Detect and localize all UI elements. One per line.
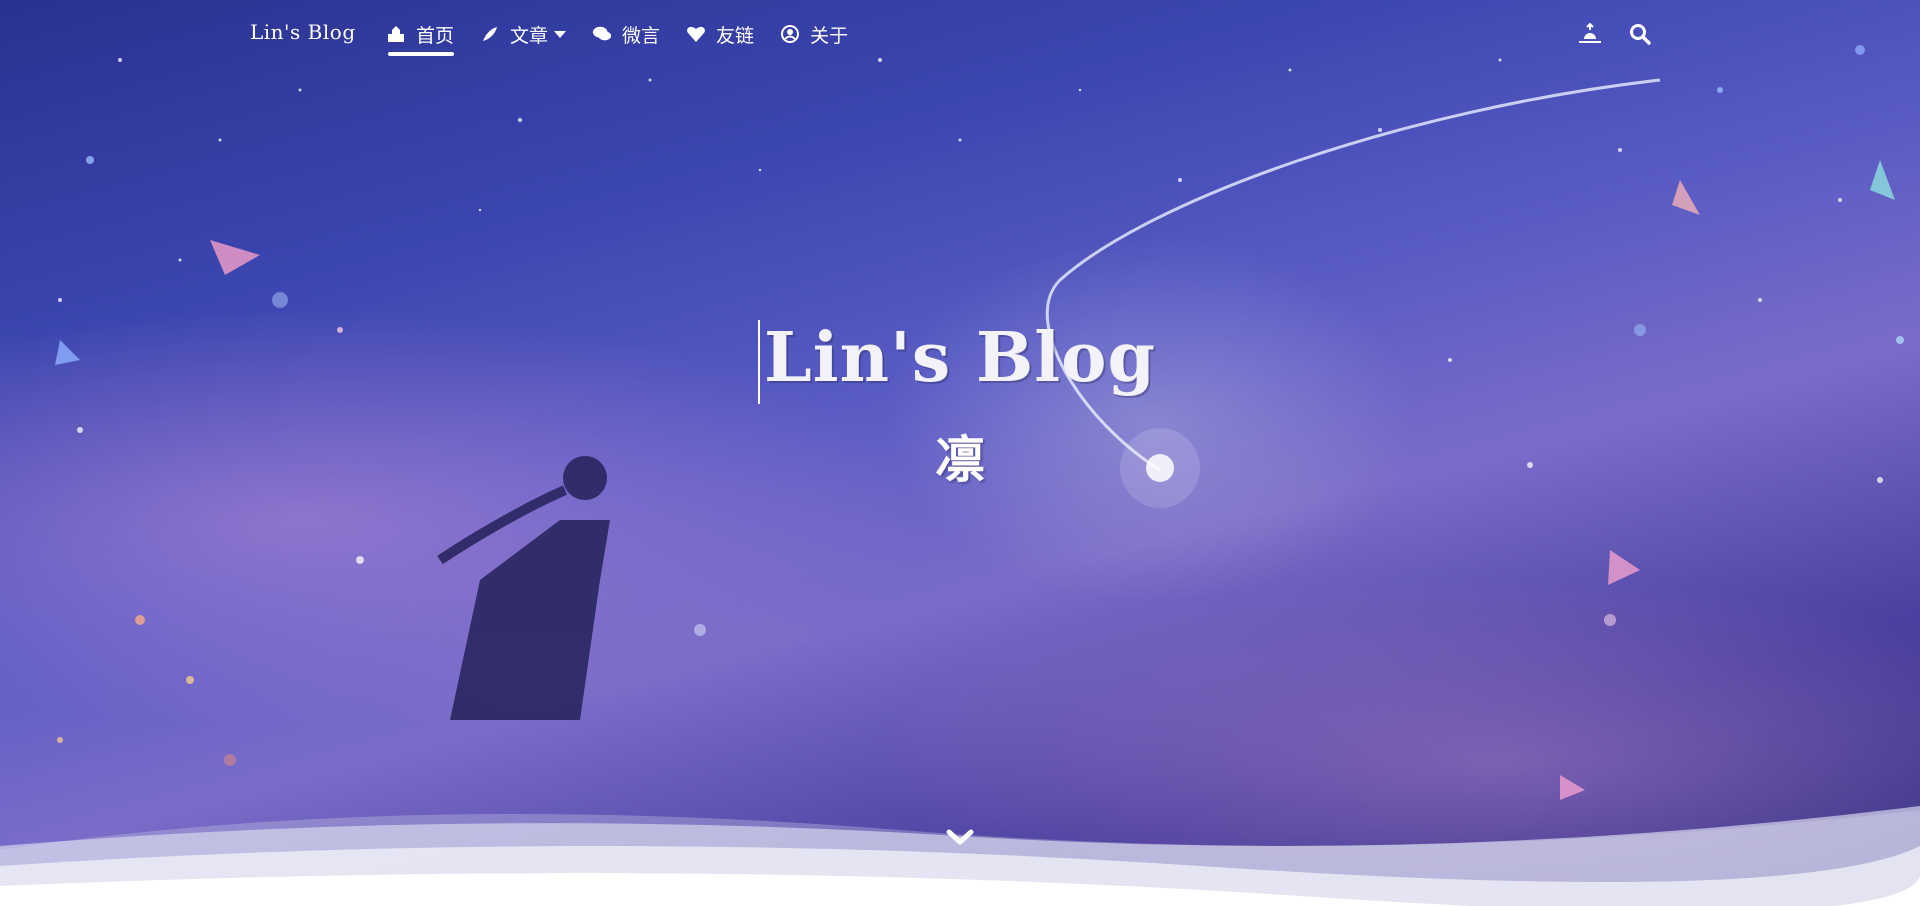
nav-item-label: 首页 [416,24,455,47]
nav-item-label: 关于 [810,24,849,47]
nav-menu: 首页 文章 微言 友链 关于 [386,18,874,56]
hero-title-wrap: Lin's Blog [0,318,1920,404]
theme-toggle-icon[interactable] [1578,22,1602,46]
nav-right-tools [1578,22,1652,46]
shooting-star [1045,78,1661,472]
nav-item-microblog[interactable]: 微言 [592,18,660,50]
site-title-text: Lin's Blog [763,318,1157,398]
site-subtitle: 凛 [935,430,985,489]
feather-icon [480,24,500,44]
heart-icon [686,24,706,44]
nav-item-label: 文章 [510,24,549,47]
nav-item-home[interactable]: 首页 [386,18,455,56]
home-icon [386,24,406,44]
nav-item-label: 微言 [622,24,661,47]
nav-item-about[interactable]: 关于 [780,18,848,50]
chevron-down-icon[interactable] [945,826,975,848]
girl-silhouette [437,456,610,720]
user-circle-icon [780,24,800,44]
brand-link[interactable]: Lin's Blog [250,20,356,44]
top-navbar: Lin's Blog 首页 文章 微言 友链 关于 [0,0,1920,70]
nav-item-articles[interactable]: 文章 [480,18,567,50]
search-icon[interactable] [1628,22,1652,46]
comments-icon [592,24,612,44]
typing-cursor [757,320,760,404]
caret-down-icon [554,30,567,38]
nav-item-friends[interactable]: 友链 [686,18,754,50]
site-title: Lin's Blog [757,318,1157,404]
nav-item-label: 友链 [716,24,755,47]
